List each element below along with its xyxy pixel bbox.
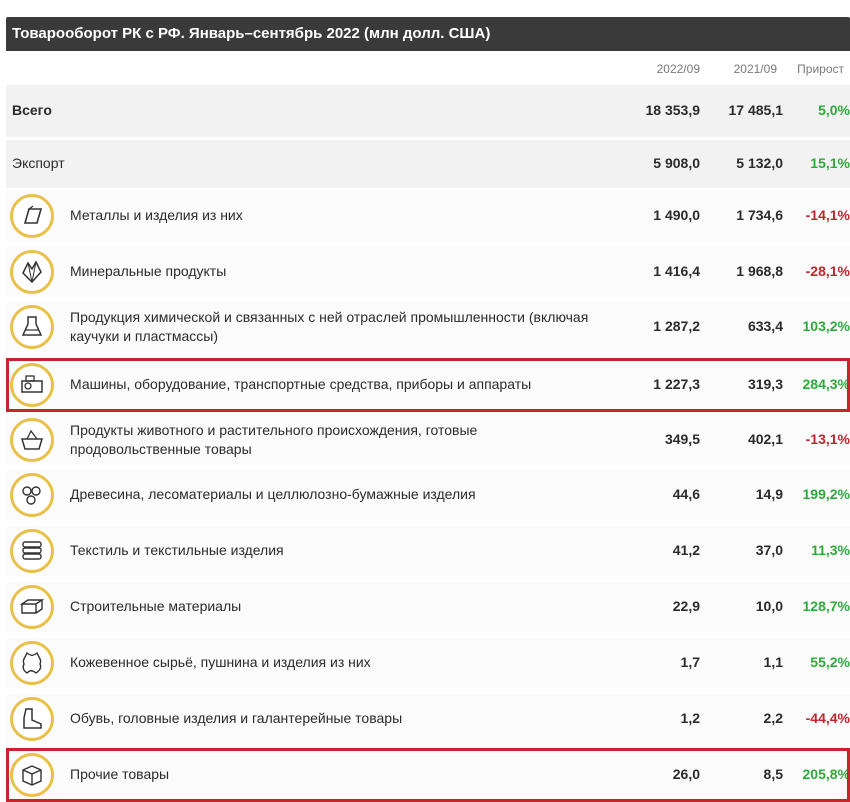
value-2022: 349,5 [664,431,700,447]
row-label: Прочие товары [70,766,170,782]
row-label: Экспорт [12,155,65,171]
machinery-icon [10,363,54,407]
growth-value: -14,1% [805,207,850,223]
category-row: Кожевенное сырьё, пушнина и изделия из н… [6,638,850,688]
brick-icon [10,585,54,629]
row-label: Древесина, лесоматериалы и целлюлозно-бу… [70,486,476,502]
textile-stack-icon [10,529,54,573]
row-label: Продукты животного и растительного проис… [70,422,478,438]
value-2022: 1,7 [680,654,700,670]
value-2022: 1 227,3 [653,376,700,392]
value-2021: 10,0 [755,598,783,614]
value-2021: 2,2 [763,710,783,726]
value-2021: 633,4 [747,318,783,334]
growth-value: -13,1% [805,431,850,447]
box-icon [10,753,54,797]
row-label: Всего [12,102,52,118]
row-label: Машины, оборудование, транспортные средс… [70,376,532,392]
value-2021: 5 132,0 [736,155,783,171]
growth-value: 11,3% [811,542,850,558]
growth-value: 128,7% [802,598,850,614]
value-2022: 1 490,0 [653,207,700,223]
value-2022: 5 908,0 [653,155,700,171]
growth-value: 284,3% [802,376,850,392]
value-2021: 17 485,1 [728,102,784,118]
value-2022: 1 287,2 [653,318,700,334]
value-2022: 41,2 [672,542,700,558]
row-label: Строительные материалы [70,598,242,614]
growth-value: 15,1% [810,155,850,171]
trade-table: Товарооборот РК с РФ. Январь–сентябрь 20… [0,0,850,802]
summary-row: Экспорт 5 908,0 5 132,0 15,1% [6,140,850,188]
row-label: Минеральные продукты [70,263,227,279]
category-row: Продукция химической и связанных с ней о… [6,302,850,352]
growth-value: -28,1% [805,263,850,279]
row-label: Продукция химической и связанных с ней о… [70,309,589,325]
growth-value: 205,8% [802,766,850,782]
value-2022: 26,0 [672,766,700,782]
category-row: Древесина, лесоматериалы и целлюлозно-бу… [6,470,850,520]
value-2021: 8,5 [763,766,783,782]
category-row: Минеральные продукты 1 416,4 1 968,8 -28,1% [6,247,850,297]
value-2021: 37,0 [755,542,783,558]
value-2022: 1,2 [680,710,700,726]
chemistry-flask-icon [10,305,54,349]
growth-value: 199,2% [802,486,850,502]
category-row: Прочие товары 26,0 8,5 205,8% [6,750,850,800]
value-2021: 1 734,6 [736,207,783,223]
column-header-2022: 2022/09 [656,62,700,76]
value-2022: 1 416,4 [653,263,700,279]
column-header-growth: Прирост [797,62,844,76]
row-label: Обувь, головные изделия и галантерейные … [70,710,403,726]
category-row: Текстиль и текстильные изделия 41,2 37,0 11… [6,526,850,576]
table-title: Товарооборот РК с РФ. Январь–сентябрь 20… [6,17,850,51]
category-row: Металлы и изделия из них 1 490,0 1 734,6 -1… [6,191,850,241]
category-row: Обувь, головные изделия и галантерейные … [6,694,850,744]
row-label: Металлы и изделия из них [70,207,243,223]
category-row: Строительные материалы 22,9 10,0 128,7% [6,582,850,632]
growth-value: 103,2% [802,318,850,334]
value-2022: 18 353,9 [645,102,701,118]
food-basket-icon [10,418,54,462]
mineral-crystal-icon [10,250,54,294]
summary-row: Всего 18 353,9 17 485,1 5,0% [6,85,850,137]
wood-logs-icon [10,473,54,517]
value-2021: 1,1 [763,654,783,670]
row-label-cont: продовольственные товары [70,441,252,457]
column-header-2021: 2021/09 [733,62,777,76]
leather-hide-icon [10,641,54,685]
value-2021: 1 968,8 [736,263,783,279]
value-2022: 22,9 [672,598,700,614]
growth-value: -44,4% [805,710,850,726]
value-2021: 319,3 [747,376,783,392]
growth-value: 55,2% [810,654,850,670]
row-label: Кожевенное сырьё, пушнина и изделия из н… [70,654,371,670]
row-label-cont: каучуки и пластмассы) [70,328,218,344]
value-2021: 14,9 [755,486,783,502]
category-row: Машины, оборудование, транспортные средс… [6,360,850,410]
growth-value: 5,0% [818,102,850,118]
value-2021: 402,1 [747,431,783,447]
row-label: Текстиль и текстильные изделия [70,542,284,558]
metal-bar-icon [10,194,54,238]
boot-icon [10,697,54,741]
value-2022: 44,6 [672,486,700,502]
category-row: Продукты животного и растительного проис… [6,415,850,465]
